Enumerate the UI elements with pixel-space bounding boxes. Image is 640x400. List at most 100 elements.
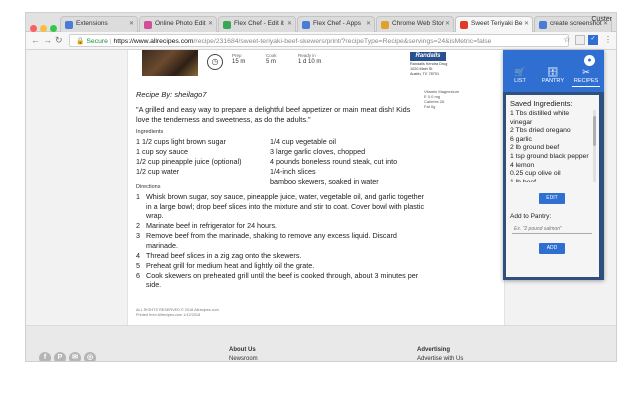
- facebook-icon[interactable]: f: [39, 352, 51, 361]
- tab-close-icon[interactable]: ✕: [366, 20, 371, 27]
- directions-list: 1 Whisk brown sugar, soy sauce, pineapple…: [136, 192, 426, 290]
- account-icon[interactable]: ●: [584, 55, 595, 66]
- tab-label: Extensions: [76, 20, 108, 27]
- saved-list-scrollbar[interactable]: [593, 110, 596, 182]
- browser-tab[interactable]: Sweet Teriyaki Be ✕: [455, 16, 533, 32]
- saved-ingredient-item: 6 garlic: [510, 135, 532, 143]
- add-button[interactable]: ADD: [539, 243, 565, 254]
- store-address: Randalls Kendra Drug 1020 Main St Austin, …: [410, 62, 448, 76]
- saved-ingredient-item: 2 Tbs dried oregano: [510, 127, 571, 135]
- ingredient-item: 1 1/2 cups light brown sugar: [136, 137, 226, 146]
- tab-label: Online Photo Edit: [155, 20, 206, 27]
- back-icon[interactable]: ←: [31, 35, 40, 45]
- direction-step: 4 Thread beef slices in a zig zag onto th…: [136, 251, 426, 261]
- saved-ingredient-item: 1 lb beef: [510, 179, 590, 182]
- browser-tab[interactable]: Flex Chef - Edit it ✕: [218, 16, 296, 32]
- direction-step: 3 Remove beef from the marinade, shaking …: [136, 231, 426, 250]
- tab-label: Flex Chef - Edit it: [234, 20, 284, 27]
- pantry-icon: 🗄: [547, 67, 559, 77]
- tab-label: Sweet Teriyaki Be: [471, 20, 523, 27]
- tab-favicon-icon: [223, 21, 231, 29]
- about-heading: About Us: [229, 347, 256, 353]
- newsroom-link[interactable]: Newsroom: [229, 356, 258, 361]
- ingredient-item: 1/4 cup vegetable oil: [270, 137, 336, 146]
- url-host: https://www.allrecipes.com: [113, 38, 194, 45]
- address-bar[interactable]: 🔒 Secure | https://www.allrecipes.com/re…: [69, 34, 569, 47]
- directions-heading: Directions: [136, 184, 161, 190]
- tab-label: Chrome Web Stor: [392, 20, 444, 27]
- bookmark-star-icon[interactable]: ☆: [562, 35, 572, 45]
- tab-favicon-icon: [460, 21, 468, 29]
- close-window-button[interactable]: [30, 25, 37, 32]
- url-path: /recipe/231684/sweet-teriyaki-beef-skewe…: [193, 38, 492, 45]
- edit-button[interactable]: EDIT: [539, 193, 565, 204]
- advertising-heading: Advertising: [417, 347, 451, 353]
- print-recipe-sheet: ◷ Prep 15 m Cook 5 m Ready in 1 d 10 m Rand…: [127, 50, 505, 325]
- tab-pantry[interactable]: 🗄 PANTRY: [539, 67, 567, 84]
- instagram-icon[interactable]: ◎: [84, 352, 96, 361]
- extension-icon[interactable]: [575, 35, 585, 45]
- maximize-window-button[interactable]: [50, 25, 57, 32]
- step-text: Remove beef from the marinade, shaking t…: [146, 231, 397, 250]
- browser-tab[interactable]: Online Photo Edit ✕: [139, 16, 217, 32]
- step-text: Cook skewers on preheated grill until th…: [146, 270, 419, 290]
- ingredients-left-column: 1 1/2 cups light brown sugar 1 cup soy sa…: [136, 137, 242, 177]
- menu-icon[interactable]: ⋮: [603, 35, 613, 45]
- saved-ingredient-item: 0.25 cup olive oil: [510, 170, 561, 178]
- store-logo: Randalls: [410, 52, 446, 61]
- tab-close-icon[interactable]: ✕: [129, 20, 134, 27]
- tab-list[interactable]: 🛒 LIST: [506, 67, 534, 84]
- recipe-photo: [142, 50, 198, 76]
- clock-icon: ◷: [207, 54, 223, 70]
- minimize-window-button[interactable]: [40, 25, 47, 32]
- saved-ingredient-item: 1 tsp ground black pepper: [510, 152, 589, 160]
- saved-ingredient-item: 4 lemon: [510, 161, 535, 169]
- direction-step: 2 Marinate beef in refrigerator for 24 ho…: [136, 221, 426, 231]
- site-footer: f P ✉ ◎ About Us Newsroom Advertising Adver…: [26, 325, 616, 361]
- pinterest-icon[interactable]: P: [54, 352, 66, 361]
- add-to-pantry-label: Add to Pantry:: [510, 213, 552, 220]
- email-icon[interactable]: ✉: [69, 352, 81, 361]
- tab-recipes[interactable]: ✂ RECIPES: [572, 67, 600, 87]
- step-number: 6: [136, 270, 140, 280]
- tab-favicon-icon: [539, 21, 547, 29]
- ingredient-item: 1/4-inch slices: [270, 167, 316, 176]
- tab-favicon-icon: [302, 21, 310, 29]
- step-text: Marinate beef in refrigerator for 24 hou…: [146, 221, 278, 230]
- add-to-pantry-input[interactable]: [512, 224, 592, 234]
- ingredient-item: 1 cup soy sauce: [136, 147, 188, 156]
- step-number: 3: [136, 231, 140, 240]
- tab-label: Flex Chef - Apps: [313, 20, 362, 27]
- utensils-icon: ✂: [582, 67, 590, 77]
- tab-favicon-icon: [381, 21, 389, 29]
- step-text: Preheat grill for medium heat and lightl…: [146, 260, 315, 270]
- flex-chef-popup: ● 🛒 LIST 🗄 PANTRY ✂ RECIPES Saved Ingredien…: [503, 50, 604, 280]
- saved-ingredients-list[interactable]: 1 Tbs distilled white vinegar 2 Tbs dried…: [510, 110, 590, 182]
- tab-close-icon[interactable]: ✕: [208, 20, 213, 27]
- saved-ingredients-title: Saved Ingredients:: [510, 99, 573, 108]
- recipe-description: "A grilled and easy way to prepare a del…: [136, 105, 411, 124]
- ingredient-item: bamboo skewers, soaked in water: [270, 177, 379, 186]
- browser-tab[interactable]: Chrome Web Stor ✕: [376, 16, 454, 32]
- tab-bar: Extensions ✕ Online Photo Edit ✕ Flex Chef -…: [26, 13, 616, 32]
- prep-time: Prep 15 m: [232, 53, 246, 65]
- tab-close-icon[interactable]: ✕: [524, 20, 529, 27]
- address-toolbar: ← → ↻ 🔒 Secure | https://www.allrecipes.…: [26, 32, 616, 50]
- cart-icon: 🛒: [514, 67, 526, 77]
- forward-icon[interactable]: →: [43, 35, 52, 45]
- ingredients-right-column: 1/4 cup vegetable oil 3 large garlic clov…: [270, 137, 397, 187]
- ready-time: Ready in 1 d 10 m: [298, 53, 322, 65]
- cook-time: Cook 5 m: [266, 53, 277, 65]
- tab-close-icon[interactable]: ✕: [287, 20, 292, 27]
- reload-icon[interactable]: ↻: [55, 35, 63, 46]
- flex-chef-extension-icon[interactable]: ✓: [588, 35, 598, 45]
- ingredient-item: 1/2 cup pineapple juice (optional): [136, 157, 242, 166]
- ingredient-item: 4 pounds boneless round steak, cut into: [270, 157, 398, 166]
- browser-tab[interactable]: Flex Chef - Apps ✕: [297, 16, 375, 32]
- tab-close-icon[interactable]: ✕: [445, 20, 450, 27]
- profile-name[interactable]: Custer: [591, 16, 612, 23]
- advertise-link[interactable]: Advertise with Us: [417, 356, 463, 361]
- step-text: Whisk brown sugar, soy sauce, pineapple …: [146, 192, 425, 220]
- browser-tab[interactable]: Extensions ✕: [60, 16, 138, 32]
- secure-label: Secure: [86, 38, 108, 45]
